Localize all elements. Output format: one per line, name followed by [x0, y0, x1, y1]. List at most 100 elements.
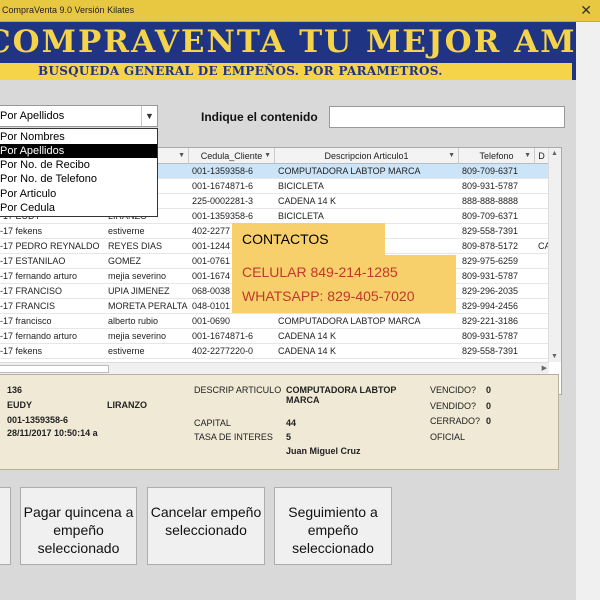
vertical-scrollbar[interactable]: ▲ ▼: [548, 148, 561, 362]
table-cell: 809-931-5787: [462, 271, 519, 281]
table-cell: mejia severino: [108, 271, 167, 281]
table-cell: 829-975-6259: [462, 256, 519, 266]
table-cell: -17 PEDRO REYNALDO: [0, 241, 100, 251]
dropdown-option[interactable]: Por Nombres: [0, 130, 157, 144]
oficial-name: Juan Miguel Cruz: [286, 446, 361, 456]
title-bar: CompraVenta 9.0 Versión Kilates ✕: [0, 0, 600, 22]
scroll-down-icon[interactable]: ▼: [551, 353, 558, 360]
search-type-dropdown[interactable]: Por Nombres Por Apellidos Por No. de Rec…: [0, 128, 158, 217]
table-cell: CADENA 14 K: [278, 346, 337, 356]
contenido-label: Indique el contenido: [201, 110, 318, 124]
vendido-label: VENDIDO?: [430, 401, 477, 411]
table-cell: estiverne: [108, 226, 145, 236]
table-cell: BICICLETA: [278, 181, 324, 191]
detail-fecha: 28/11/2017 10:50:14 a: [7, 428, 98, 438]
search-type-value: Por Apellidos: [0, 110, 65, 122]
table-cell: 809-878-5172: [462, 241, 519, 251]
table-cell: 809-931-5787: [462, 331, 519, 341]
table-cell: estiverne: [108, 346, 145, 356]
table-cell: 402-2277220-0: [192, 346, 254, 356]
contenido-input[interactable]: [329, 106, 565, 128]
vendido-value: 0: [486, 401, 492, 411]
table-cell: 001-0690: [192, 316, 231, 326]
seguimiento-empeno-button[interactable]: Seguimiento a empeño seleccionado: [274, 487, 392, 565]
table-cell: COMPUTADORA LABTOP MARCA: [278, 166, 421, 176]
window-title: CompraVenta 9.0 Versión Kilates: [2, 5, 135, 15]
descrip-label: DESCRIP ARTICULO: [194, 385, 282, 395]
detail-panel: 136 EUDY LIRANZO 001-1359358-6 28/11/201…: [0, 374, 559, 470]
chevron-down-icon[interactable]: ▼: [141, 106, 157, 126]
cerrado-value: 0: [486, 416, 492, 426]
table-cell: -17 fekens: [0, 346, 43, 356]
cancelar-empeno-button[interactable]: Cancelar empeño seleccionado: [147, 487, 265, 565]
grid-header-telefono[interactable]: Telefono ▼: [459, 148, 535, 164]
cerrado-label: CERRADO?: [430, 416, 481, 426]
detail-apellido: LIRANZO: [107, 400, 147, 410]
table-cell: 809-931-5787: [462, 181, 519, 191]
table-cell: mejia severino: [108, 331, 167, 341]
left-partial-button[interactable]: [0, 487, 11, 565]
table-cell: 809-709-6371: [462, 166, 519, 176]
contactos-title: CONTACTOS: [242, 231, 329, 247]
tasa-value: 5: [286, 432, 292, 442]
table-cell: -17 ESTANILAO: [0, 256, 66, 266]
table-cell: 829-558-7391: [462, 226, 519, 236]
table-cell: 829-296-2035: [462, 286, 519, 296]
capital-label: CAPITAL: [194, 418, 231, 428]
scroll-thumb[interactable]: [0, 365, 109, 373]
table-cell: 829-994-2456: [462, 301, 519, 311]
detail-nombre: EUDY: [7, 400, 33, 410]
table-cell: -17 FRANCIS: [0, 301, 56, 311]
vencido-label: VENCIDO?: [430, 385, 477, 395]
table-cell: CADENA 14 K: [278, 196, 337, 206]
dropdown-option[interactable]: Por Cedula: [0, 201, 157, 215]
table-cell: alberto rubio: [108, 316, 159, 326]
main-window: COMPRAVENTA TU MEJOR AMIGA SRL BUSQUEDA …: [0, 22, 578, 600]
table-row[interactable]: -17 francisco alberto rubio 001-0690 COMPUT…: [0, 314, 549, 329]
search-type-select[interactable]: Por Apellidos ▼: [0, 105, 158, 127]
table-cell: BICICLETA: [278, 211, 324, 221]
contactos-popup: CONTACTOS: [232, 223, 385, 255]
table-cell: -17 fernando arturo: [0, 271, 78, 281]
tasa-label: TASA DE INTERES: [194, 432, 273, 442]
dropdown-option-selected[interactable]: Por Apellidos: [0, 144, 157, 158]
descrip-value: COMPUTADORA LABTOP MARCA: [286, 385, 397, 405]
grid-header-d[interactable]: D: [535, 148, 549, 164]
table-cell: 829-558-7391: [462, 346, 519, 356]
table-cell: 001-1674871-6: [192, 181, 254, 191]
table-cell: GOMEZ: [108, 256, 141, 266]
dropdown-option[interactable]: Por No. de Recibo: [0, 158, 157, 172]
oficial-label: OFICIAL: [430, 432, 466, 442]
pagar-quincena-button[interactable]: Pagar quincena a empeño seleccionado: [20, 487, 137, 565]
table-row[interactable]: -17 fekens estiverne 402-2277220-0 CADENA 1…: [0, 344, 549, 359]
table-cell: COMPUTADORA LABTOP MARCA: [278, 316, 421, 326]
phone-popup: CELULAR 849-214-1285 WHATSAPP: 829-405-7…: [232, 255, 456, 313]
sort-icon: ▼: [264, 152, 271, 159]
table-cell: 888-888-8888: [462, 196, 519, 206]
detail-cedula: 001-1359358-6: [7, 415, 69, 425]
table-cell: 001-1359358-6: [192, 166, 254, 176]
vencido-value: 0: [486, 385, 492, 395]
close-icon[interactable]: ✕: [580, 2, 592, 18]
scroll-right-icon[interactable]: ▶: [542, 364, 547, 372]
dropdown-option[interactable]: Por Articulo: [0, 187, 157, 201]
scroll-up-icon[interactable]: ▲: [551, 150, 558, 157]
table-cell: CADENA 14 K: [278, 331, 337, 341]
table-cell: -17 francisco: [0, 316, 52, 326]
subtitle-bar: BUSQUEDA GENERAL DE EMPEÑOS. POR PARAMET…: [0, 62, 572, 80]
dropdown-option[interactable]: Por No. de Telefono: [0, 172, 157, 186]
grid-header-descripcion[interactable]: Descripcion Articulo1 ▼: [275, 148, 459, 164]
capital-value: 44: [286, 418, 297, 428]
table-cell: -17 fekens: [0, 226, 43, 236]
celular-text: CELULAR 849-214-1285: [242, 264, 398, 280]
sort-icon: ▼: [448, 152, 455, 159]
table-row[interactable]: -17 fernando arturo mejia severino 001-167…: [0, 329, 549, 344]
detail-recibo: 136: [7, 385, 23, 395]
whatsapp-text: WHATSAPP: 829-405-7020: [242, 288, 415, 304]
table-cell: REYES DIAS: [108, 241, 163, 251]
table-cell: 001-1674871-6: [192, 331, 254, 341]
table-cell: 829-221-3186: [462, 316, 519, 326]
grid-header-cedula[interactable]: Cedula_Cliente ▼: [189, 148, 275, 164]
sort-icon: ▼: [178, 152, 185, 159]
table-cell: UPIA JIMENEZ: [108, 286, 170, 296]
